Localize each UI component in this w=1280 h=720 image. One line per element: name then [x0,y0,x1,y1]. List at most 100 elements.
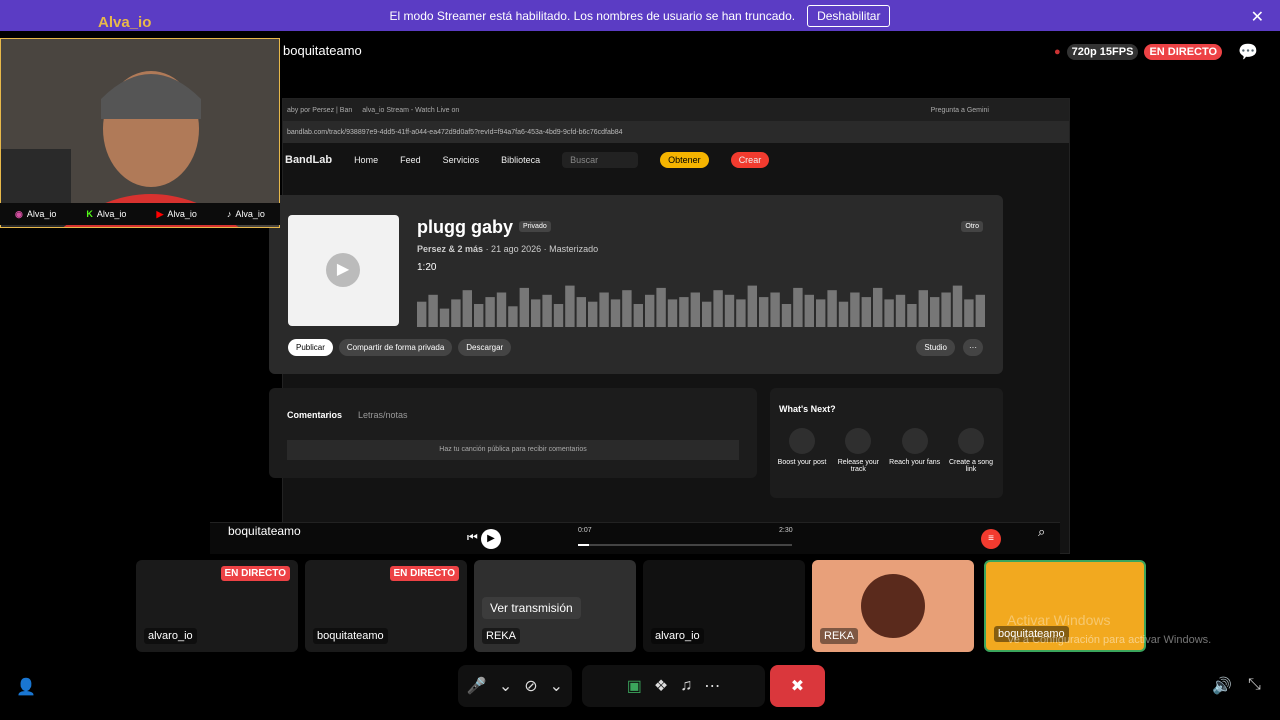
total-time: 2:30 [779,527,793,534]
waveform[interactable] [417,279,987,327]
user-tile-alvaro[interactable]: alvaro_io [643,560,805,652]
waveform-bar [770,292,780,327]
tab-2[interactable]: alva_io Stream - Watch Live on [362,107,459,114]
nav-library[interactable]: Biblioteca [501,155,540,165]
waveform-bar [519,287,529,327]
more-options-icon[interactable]: ⋯ [704,676,720,696]
gemini-button[interactable]: Pregunta a Gemini [931,107,989,114]
tag-badge: Otro [961,221,983,232]
mic-camera-controls: 🎤 ⌄ ⊘ ⌄ [458,665,572,707]
previous-icon[interactable]: ⏮ [467,530,478,545]
chevron-down-icon[interactable]: ⌄ [550,676,563,696]
waveform-bar [816,299,826,327]
play-button[interactable]: ▶ [481,529,501,549]
waveform-bar [531,299,541,327]
chevron-down-icon[interactable]: ⌄ [499,676,512,696]
user-tile-reka[interactable]: REKA [812,560,974,652]
tile-label: boquitateamo [313,628,388,644]
lightning-icon [789,428,815,454]
waveform-bar [873,287,883,327]
waveform-bar [496,292,507,327]
crear-button[interactable]: Crear [730,152,770,168]
tile-label: REKA [820,628,858,644]
chat-icon[interactable]: 💬 [1238,42,1258,62]
live-badge: EN DIRECTO [1144,44,1223,60]
progress-fill [578,544,589,546]
watch-stream-button[interactable]: Ver transmisión [482,597,581,619]
volume-icon[interactable]: 🔊 [1212,676,1232,696]
record-icon: ● [1054,46,1061,58]
track-card: ▶ plugg gaby Privado Otro Persez & 2 más… [269,195,1003,374]
cover-art[interactable]: ▶ [288,215,399,326]
waveform-bar [679,297,689,327]
next-item-release[interactable]: Release your track [832,428,884,473]
waveform-bar [759,297,769,327]
tab-1[interactable]: aby por Persez | Ban [287,107,352,114]
windows-watermark-title: Activar Windows [1007,612,1111,628]
track-meta: · 21 ago 2026 · Masterizado [485,244,599,254]
soundboard-icon[interactable]: ♫ [680,677,692,695]
waveform-bar [952,285,963,327]
search-input[interactable]: Buscar [562,152,639,168]
url-text[interactable]: bandlab.com/track/938897e9-4dd5-41ff-a04… [287,129,623,136]
share-button[interactable]: Compartir de forma privada [338,339,453,356]
url-bar: bandlab.com/track/938897e9-4dd5-41ff-a04… [283,121,1069,143]
disconnect-button[interactable]: ✖ [770,665,825,707]
next-item-link[interactable]: Create a song link [945,428,997,473]
stream-tile-alvaro[interactable]: EN DIRECTO alvaro_io [136,560,298,652]
webcam-feed [0,38,280,228]
queue-icon[interactable]: ≡ [981,529,1001,549]
waveform-bar [804,294,814,327]
waveform-bar [941,292,951,327]
nav-home[interactable]: Home [354,155,378,165]
zoom-icon[interactable]: ⌕ [1038,524,1045,540]
waveform-bar [451,299,461,327]
screen-share-icon[interactable]: ▣ [627,676,642,696]
tab-comments[interactable]: Comentarios [287,410,342,420]
studio-button[interactable]: Studio [916,339,955,356]
waveform-bar [645,294,655,327]
microphone-icon[interactable]: 🎤 [467,676,487,696]
next-item-boost[interactable]: Boost your post [776,428,828,473]
play-icon: ▶ [326,253,360,287]
comments-notice: Haz tu canción pública para recibir come… [287,440,739,460]
waveform-bar [428,294,438,327]
invite-icon[interactable]: 👤 [16,677,36,697]
waveform-bar [724,294,735,327]
download-button[interactable]: Descargar [458,339,512,356]
youtube-icon: ▶ [156,208,164,219]
disable-button[interactable]: Deshabilitar [807,4,891,27]
streamer-name: Alva_io [98,14,152,31]
privacy-badge: Privado [519,221,551,232]
next-item-reach[interactable]: Reach your fans [889,428,941,473]
obtener-button[interactable]: Obtener [660,152,709,168]
social-tiktok: ♪ Alva_io [226,209,265,219]
waveform-bar [485,297,495,327]
waveform-bar [633,304,643,327]
camera-off-icon[interactable]: ⊘ [524,676,537,696]
waveform-bar [462,290,472,327]
waveform-bar [588,301,598,327]
tiktok-icon: ♪ [226,209,232,219]
bandlab-nav: BandLab Home Feed Servicios Biblioteca B… [283,143,1069,177]
stream-tile-boquita[interactable]: EN DIRECTO boquitateamo [305,560,467,652]
close-icon[interactable]: ✕ [1251,7,1264,27]
windows-watermark-text: Ve a Configuración para activar Windows. [1007,634,1212,646]
activities-icon[interactable]: ❖ [654,676,668,696]
whats-next-title: What's Next? [779,404,836,414]
live-badge: EN DIRECTO [220,566,290,581]
tab-lyrics[interactable]: Letras/notas [358,410,408,420]
publish-button[interactable]: Publicar [288,339,333,356]
social-youtube: ▶ Alva_io [156,208,197,220]
nav-services[interactable]: Servicios [443,155,480,165]
more-icon[interactable]: ··· [963,339,983,356]
waveform-bar [439,308,450,327]
progress-track[interactable] [578,544,792,546]
stream-tile-reka[interactable]: Ver transmisión REKA [474,560,636,652]
waveform-bar [907,304,917,327]
webcam-image [1,39,279,227]
link-icon [957,428,984,454]
waveform-bar [667,299,678,327]
nav-feed[interactable]: Feed [400,155,421,165]
fullscreen-icon[interactable]: ⤡ [1248,676,1261,694]
